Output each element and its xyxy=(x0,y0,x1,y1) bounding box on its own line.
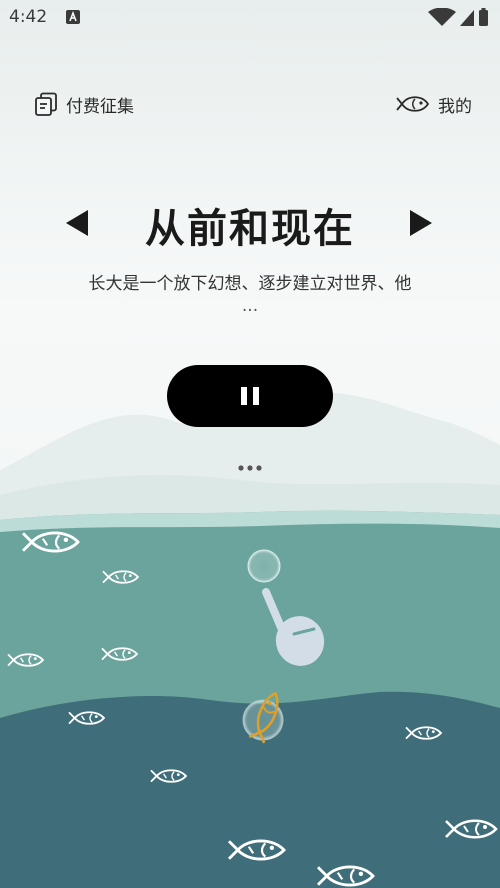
document-stack-icon xyxy=(35,92,57,116)
track-description-more: ... xyxy=(241,296,259,316)
notification-app-icon xyxy=(66,10,80,24)
my-profile-button[interactable]: 我的 xyxy=(396,90,472,118)
track-description: 长大是一个放下幻想、逐步建立对世界、他 xyxy=(88,274,412,294)
paid-collection-label: 付费征集 xyxy=(66,96,134,117)
fish-outline-icon xyxy=(396,96,430,112)
wifi-icon xyxy=(428,8,456,26)
triangle-right-icon[interactable] xyxy=(408,208,434,238)
ocean-scene-background xyxy=(0,0,500,888)
signal-icon xyxy=(460,10,474,26)
my-profile-label: 我的 xyxy=(438,96,472,117)
status-time: 4:42 xyxy=(9,7,48,27)
track-title-row: 从前和现在 xyxy=(0,196,500,252)
status-bar: 4:42 xyxy=(0,0,500,34)
status-icons xyxy=(428,8,488,26)
paid-collection-button[interactable]: 付费征集 xyxy=(34,90,134,118)
more-dots-icon[interactable] xyxy=(235,462,265,474)
battery-icon xyxy=(479,10,488,26)
play-pause-button[interactable] xyxy=(167,365,333,427)
